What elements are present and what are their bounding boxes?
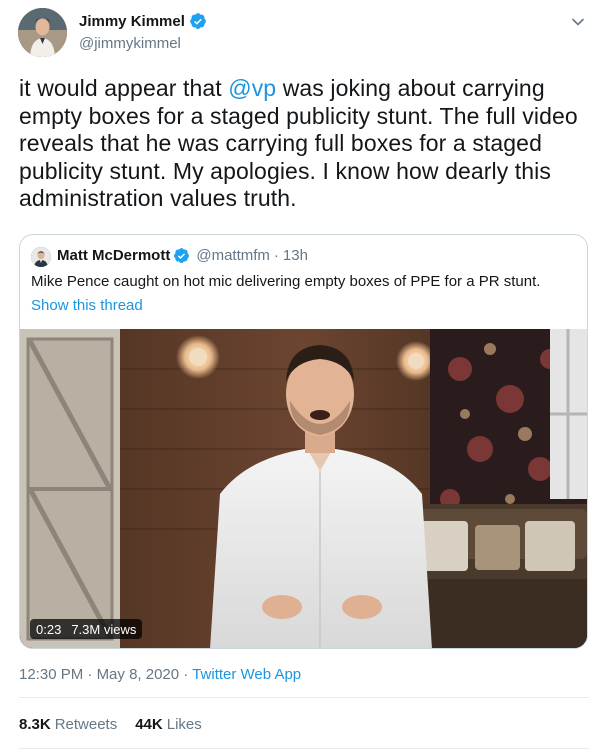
author-handle[interactable]: @jimmykimmel	[79, 35, 181, 52]
meta-separator: ·	[83, 666, 97, 683]
quoted-author-handle[interactable]: @mattmfm	[196, 247, 270, 264]
quoted-author-avatar[interactable]	[31, 247, 51, 267]
tweet-text-before: it would appear that	[19, 75, 229, 101]
video-duration: 0:23	[36, 621, 62, 637]
video-views: 7.3M views	[71, 621, 137, 637]
retweets-stat[interactable]: 8.3K Retweets	[19, 716, 117, 733]
tweet-meta: 12:30 PM · May 8, 2020 · Twitter Web App	[19, 666, 301, 683]
verified-badge-icon	[189, 12, 207, 30]
video-info-badge: 0:23 7.3M views	[30, 619, 143, 639]
chevron-down-icon[interactable]	[568, 12, 588, 32]
author-avatar[interactable]	[18, 8, 67, 57]
separator-dot: ·	[273, 247, 279, 264]
quoted-tweet-time[interactable]: 13h	[283, 247, 308, 264]
tweet-time[interactable]: 12:30 PM	[19, 666, 83, 683]
quoted-tweet[interactable]: Matt McDermott @mattmfm · 13h Mike Pence…	[19, 234, 588, 649]
likes-stat[interactable]: 44K Likes	[135, 716, 202, 733]
retweets-label: Retweets	[54, 716, 118, 733]
mention-link[interactable]: @vp	[228, 75, 276, 101]
author-display-name[interactable]: Jimmy Kimmel	[79, 13, 185, 30]
tweet-stats: 8.3K Retweets 44K Likes	[19, 716, 202, 733]
video-player[interactable]: 0:23 7.3M views	[20, 329, 587, 648]
tweet-date[interactable]: May 8, 2020	[97, 666, 180, 683]
video-thumbnail	[20, 329, 587, 648]
quoted-author-name[interactable]: Matt McDermott	[57, 247, 170, 264]
likes-count: 44K	[135, 716, 163, 733]
tweet-text: it would appear that @vp was joking abou…	[19, 75, 594, 213]
quoted-tweet-text: Mike Pence caught on hot mic delivering …	[31, 273, 541, 290]
divider	[19, 697, 589, 698]
likes-label: Likes	[166, 716, 202, 733]
meta-separator: ·	[179, 666, 193, 683]
tweet[interactable]: Jimmy Kimmel @jimmykimmel it would appea…	[0, 0, 609, 754]
tweet-source-link[interactable]: Twitter Web App	[192, 666, 301, 683]
retweets-count: 8.3K	[19, 716, 51, 733]
divider	[19, 748, 589, 749]
verified-badge-icon	[173, 247, 190, 264]
show-thread-link[interactable]: Show this thread	[31, 297, 143, 314]
